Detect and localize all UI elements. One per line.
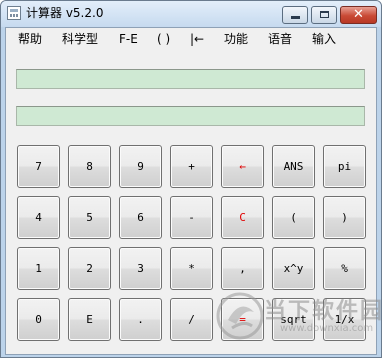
key-5[interactable]: 5 <box>68 196 111 239</box>
key-1[interactable]: 1 <box>17 247 60 290</box>
key-9[interactable]: 9 <box>119 145 162 188</box>
key-percent[interactable]: % <box>323 247 366 290</box>
key-plus[interactable]: + <box>170 145 213 188</box>
result-display <box>16 106 365 126</box>
title-bar[interactable]: 计算器 v5.2.0 ✕ <box>1 1 381 27</box>
key-answer[interactable]: ANS <box>272 145 315 188</box>
close-icon: ✕ <box>353 7 364 22</box>
menu-backspace[interactable]: |← <box>190 32 204 46</box>
close-button[interactable]: ✕ <box>340 6 377 24</box>
key-exponent[interactable]: E <box>68 298 111 341</box>
menu-input[interactable]: 输入 <box>312 32 336 46</box>
key-minus[interactable]: - <box>170 196 213 239</box>
key-power[interactable]: x^y <box>272 247 315 290</box>
key-backspace[interactable]: ← <box>221 145 264 188</box>
key-6[interactable]: 6 <box>119 196 162 239</box>
key-2[interactable]: 2 <box>68 247 111 290</box>
key-clear[interactable]: C <box>221 196 264 239</box>
maximize-button[interactable] <box>311 6 337 24</box>
key-3[interactable]: 3 <box>119 247 162 290</box>
menu-parentheses[interactable]: ( ) <box>157 32 170 46</box>
key-8[interactable]: 8 <box>68 145 111 188</box>
key-pi[interactable]: pi <box>323 145 366 188</box>
menu-help[interactable]: 帮助 <box>18 32 42 46</box>
key-divide[interactable]: / <box>170 298 213 341</box>
key-square-root[interactable]: sqrt <box>272 298 315 341</box>
key-equals[interactable]: = <box>221 298 264 341</box>
menu-functions[interactable]: 功能 <box>224 32 248 46</box>
minimize-button[interactable] <box>282 6 308 24</box>
key-7[interactable]: 7 <box>17 145 60 188</box>
calculator-window: 计算器 v5.2.0 ✕ 帮助 科学型 F-E ( ) |← 功能 语音 输入 … <box>0 0 382 358</box>
calculator-app-icon <box>7 6 21 20</box>
key-decimal-point[interactable]: . <box>119 298 162 341</box>
key-4[interactable]: 4 <box>17 196 60 239</box>
key-open-paren[interactable]: ( <box>272 196 315 239</box>
menu-bar: 帮助 科学型 F-E ( ) |← 功能 语音 输入 <box>6 28 376 50</box>
key-close-paren[interactable]: ) <box>323 196 366 239</box>
key-reciprocal[interactable]: 1/x <box>323 298 366 341</box>
key-comma[interactable]: , <box>221 247 264 290</box>
key-0[interactable]: 0 <box>17 298 60 341</box>
expression-display[interactable] <box>16 69 365 89</box>
window-title: 计算器 v5.2.0 <box>26 6 104 20</box>
menu-voice[interactable]: 语音 <box>268 32 292 46</box>
menu-scientific[interactable]: 科学型 <box>62 32 98 46</box>
maximize-icon <box>320 11 329 18</box>
key-multiply[interactable]: * <box>170 247 213 290</box>
menu-fixed-exponent[interactable]: F-E <box>119 32 138 46</box>
calculator-body: 帮助 科学型 F-E ( ) |← 功能 语音 输入 7 8 9 + ← ANS pi 4 5 6… <box>5 27 377 355</box>
minimize-icon <box>291 16 300 19</box>
